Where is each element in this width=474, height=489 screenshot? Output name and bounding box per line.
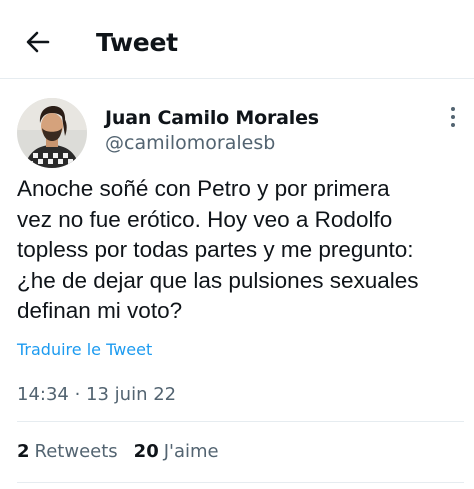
author-name[interactable]: Juan Camilo Morales [105, 106, 319, 130]
header-divider [0, 78, 474, 79]
back-button[interactable] [24, 28, 52, 56]
likes-stat[interactable]: 20 J'aime [134, 440, 219, 464]
tweet-text-line: topless por todas partes y me pregunto: [17, 237, 414, 262]
divider [17, 421, 464, 422]
divider [17, 482, 464, 483]
avatar-image [17, 98, 87, 168]
more-options-button[interactable] [446, 106, 460, 128]
more-vertical-icon [451, 107, 455, 127]
engagement-stats: 2 Retweets 20 J'aime [17, 440, 219, 464]
tweet-text-line: vez no fue erótico. Hoy veo a Rodolfo [17, 206, 393, 232]
app-header: Tweet [0, 0, 474, 82]
page-title: Tweet [96, 28, 178, 57]
likes-label: J'aime [163, 441, 219, 462]
author-handle[interactable]: @camilomoralesb [105, 131, 275, 155]
retweets-count: 2 [17, 441, 30, 462]
tweet-timestamp[interactable]: 14:34 · 13 juin 22 [17, 383, 176, 407]
tweet-text-line: Anoche soñé con Petro y por primera [17, 176, 390, 201]
avatar[interactable] [17, 98, 87, 168]
likes-count: 20 [133, 441, 159, 462]
tweet-text-line: ¿he de dejar que las pulsiones sexuales [17, 267, 419, 293]
retweets-label: Retweets [34, 441, 118, 462]
arrow-left-icon [26, 31, 50, 53]
tweet-text-line: definan mi voto? [17, 298, 183, 323]
translate-tweet-link[interactable]: Traduire le Tweet [17, 339, 152, 361]
retweets-stat[interactable]: 2 Retweets [17, 440, 118, 464]
tweet-text: Anoche soñé con Petro y por primera vez … [17, 174, 462, 327]
